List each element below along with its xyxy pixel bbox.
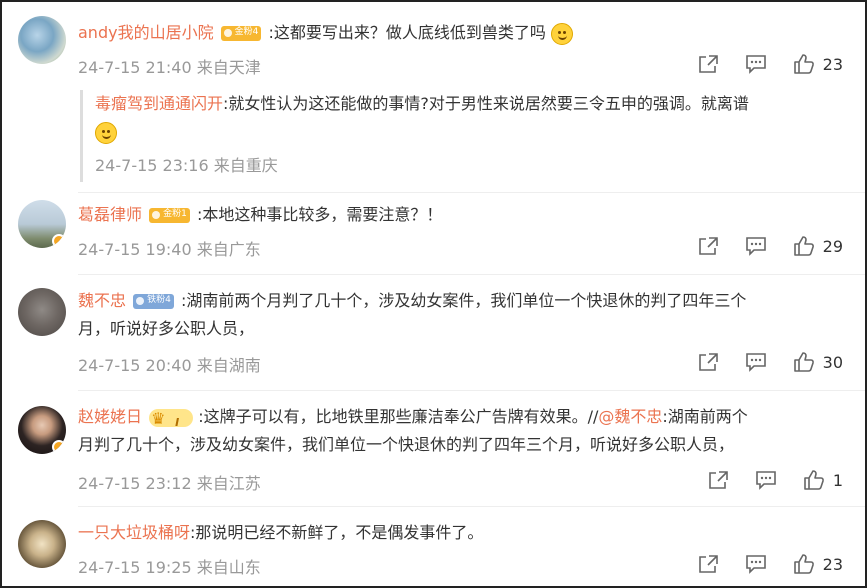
share-button[interactable] <box>707 470 729 490</box>
comment-time: 24-7-15 23:16 来自重庆 <box>95 156 278 175</box>
like-count: 30 <box>822 352 843 372</box>
comment-time: 24-7-15 23:12 来自江苏 <box>78 474 261 493</box>
share-icon <box>709 471 728 489</box>
comment-text-cont: 月，听说好多公职人员， <box>78 319 255 338</box>
like-count: 29 <box>822 236 843 256</box>
username-link[interactable]: 一只大垃圾桶呀 <box>78 523 190 542</box>
comment-icon <box>745 555 766 574</box>
comment-item: andy我的山居小院 金粉4 :这都要写出来？做人底线低到兽类了吗 24-7-1… <box>16 10 855 190</box>
comment-icon <box>745 55 766 74</box>
divider <box>78 390 865 391</box>
emoji-icon <box>95 122 117 144</box>
comment-text: :就女性认为这还能做的事情?对于男性来说居然要三令五申的强调。就离谱 <box>223 94 749 113</box>
like-icon <box>793 554 814 574</box>
comment-button[interactable] <box>745 236 767 256</box>
comment-icon <box>745 237 766 256</box>
comment-time: 24-7-15 19:25 来自山东 <box>78 558 261 577</box>
like-button[interactable]: 23 <box>793 54 843 74</box>
comment-text: :那说明已经不新鲜了，不是偶发事件了。 <box>190 523 484 542</box>
like-count: 23 <box>822 54 843 74</box>
comment-text-cont: 月判了几十个，涉及幼女案件，我们单位一个快退休的判了四年三个月，听说好多公职人员… <box>78 435 735 454</box>
like-icon <box>793 54 814 74</box>
comment-item: 魏不忠 铁粉4 :湖南前两个月判了几十个，涉及幼女案件，我们单位一个快退休的判了… <box>16 282 855 392</box>
share-icon <box>698 237 718 255</box>
mention-link[interactable]: @魏不忠 <box>598 407 662 426</box>
emoji-icon <box>551 22 573 45</box>
comment-text: :湖南前两个 <box>662 407 748 426</box>
crown-badge-icon[interactable] <box>149 406 194 436</box>
like-count: 1 <box>832 470 843 490</box>
username-link[interactable]: 赵姥姥日 <box>78 407 142 426</box>
comment-icon <box>745 353 766 372</box>
comment-button[interactable] <box>745 352 767 372</box>
comment-text: :这都要写出来？做人底线低到兽类了吗 <box>268 23 546 42</box>
verified-icon <box>52 440 66 454</box>
comment-text: :湖南前两个月判了几十个，涉及幼女案件，我们单位一个快退休的判了四年三个 <box>180 291 747 310</box>
verified-icon <box>52 234 66 248</box>
fan-badge[interactable]: 金粉4 <box>220 26 262 41</box>
comment-button[interactable] <box>745 54 767 74</box>
like-icon <box>804 470 824 490</box>
comment-list: andy我的山居小院 金粉4 :这都要写出来？做人底线低到兽类了吗 24-7-1… <box>0 0 867 588</box>
comment-time: 24-7-15 20:40 来自湖南 <box>78 356 261 375</box>
like-icon <box>793 236 814 256</box>
avatar[interactable] <box>18 520 66 568</box>
fan-badge[interactable]: 金粉1 <box>149 208 190 223</box>
fan-badge[interactable]: 铁粉4 <box>133 294 174 309</box>
comment-item: 葛磊律师 金粉1 :本地这种事比较多，需要注意？！ 24-7-15 19:40 … <box>16 198 855 278</box>
like-icon <box>793 352 814 372</box>
comment-button[interactable] <box>745 554 767 574</box>
avatar[interactable] <box>18 16 66 64</box>
comment-time: 24-7-15 21:40 来自天津 <box>78 58 261 77</box>
share-button[interactable] <box>697 352 719 372</box>
divider <box>78 506 865 507</box>
comment-icon <box>756 471 776 490</box>
like-button[interactable]: 29 <box>793 236 843 256</box>
like-button[interactable]: 23 <box>793 554 843 574</box>
share-button[interactable] <box>697 236 719 256</box>
nested-reply: 毒瘤驾到通通闪开:就女性认为这还能做的事情?对于男性来说居然要三令五申的强调。就… <box>80 90 845 182</box>
share-icon <box>698 353 718 371</box>
username-link[interactable]: andy我的山居小院 <box>78 23 214 42</box>
comment-button[interactable] <box>755 470 777 490</box>
like-button[interactable]: 1 <box>803 470 843 490</box>
comment-text: :本地这种事比较多，需要注意？！ <box>196 205 443 224</box>
share-icon <box>698 55 718 73</box>
like-count: 23 <box>822 554 843 574</box>
share-icon <box>698 555 718 573</box>
username-link[interactable]: 毒瘤驾到通通闪开 <box>95 94 223 113</box>
share-button[interactable] <box>697 554 719 574</box>
divider <box>78 192 865 193</box>
share-button[interactable] <box>697 54 719 74</box>
comment-time: 24-7-15 19:40 来自广东 <box>78 240 261 259</box>
username-link[interactable]: 葛磊律师 <box>78 205 142 224</box>
comment-item: 一只大垃圾桶呀:那说明已经不新鲜了，不是偶发事件了。 24-7-15 19:25… <box>16 514 855 586</box>
avatar[interactable] <box>18 406 66 454</box>
avatar[interactable] <box>18 288 66 336</box>
comment-item: 赵姥姥日 :这牌子可以有，比地铁里那些廉洁奉公广告牌有效果。//@魏不忠:湖南前… <box>16 398 855 508</box>
avatar[interactable] <box>18 200 66 248</box>
divider <box>78 274 865 275</box>
username-link[interactable]: 魏不忠 <box>78 291 126 310</box>
comment-text: :这牌子可以有，比地铁里那些廉洁奉公广告牌有效果。// <box>198 407 599 426</box>
like-button[interactable]: 30 <box>793 352 843 372</box>
